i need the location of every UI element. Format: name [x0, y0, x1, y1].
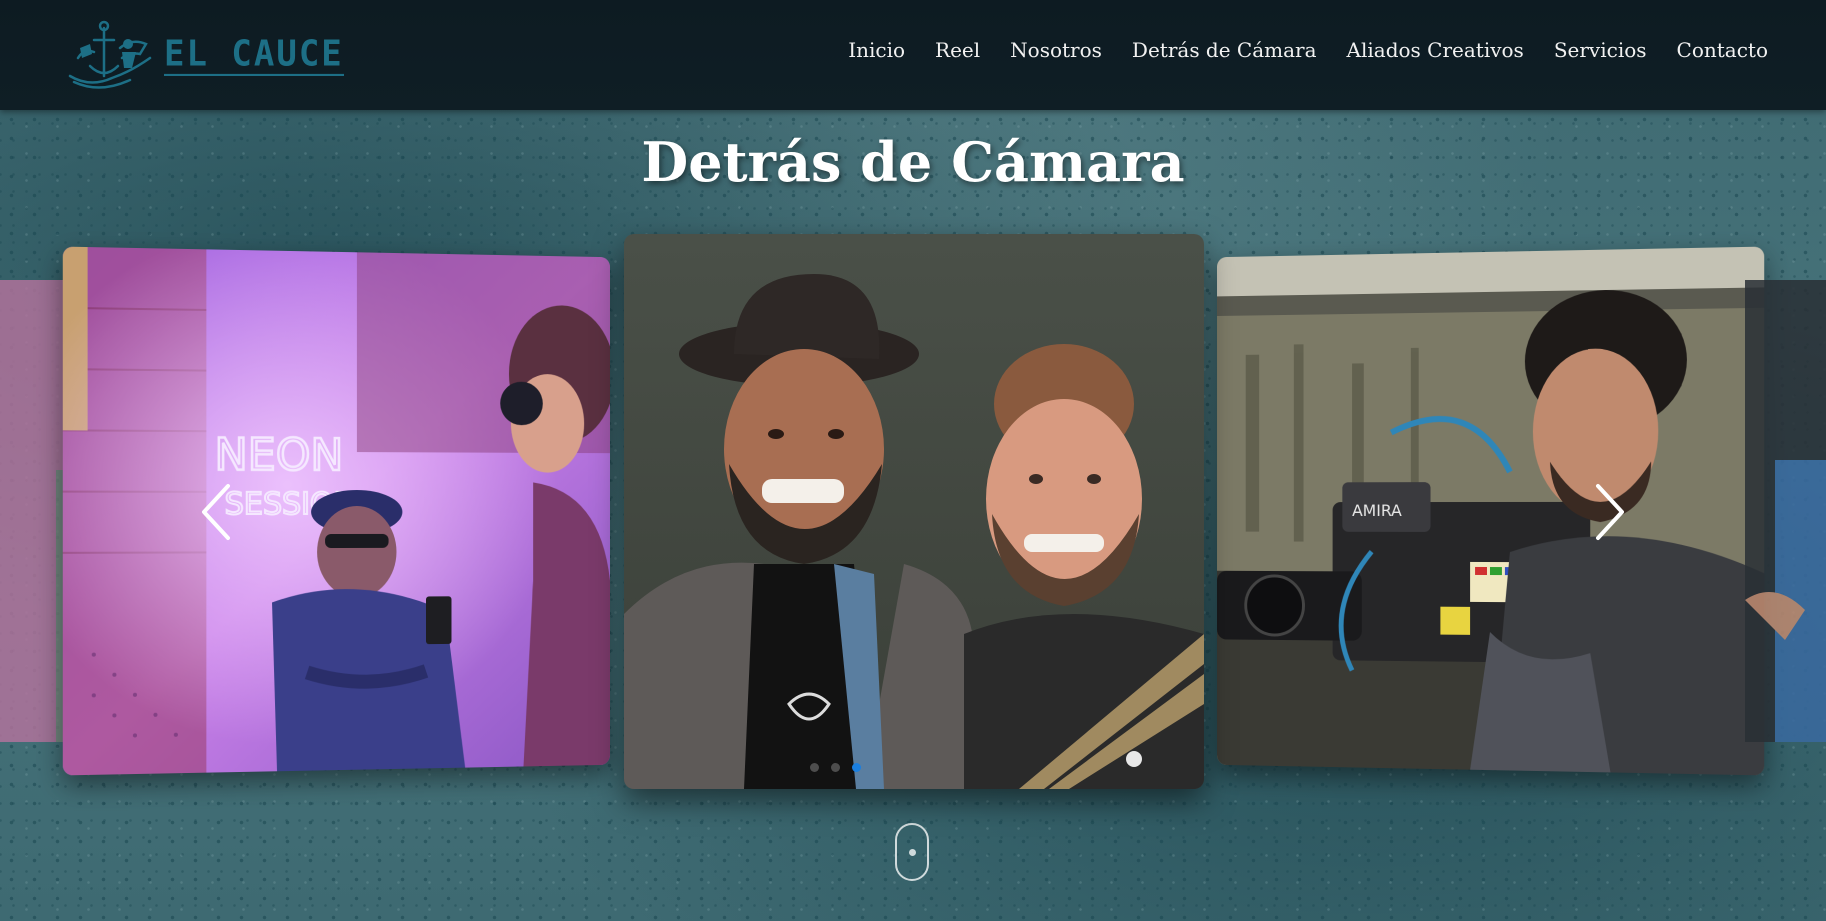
carousel-prev-button[interactable]	[198, 482, 238, 542]
carousel-next-button[interactable]	[1588, 482, 1628, 542]
slide-photo	[0, 280, 70, 742]
cameraman-photo: AMIRA	[1217, 246, 1765, 776]
section-title: Detrás de Cámara	[641, 130, 1185, 194]
carousel-slide-far-left[interactable]	[0, 280, 70, 742]
slide-photo	[1745, 280, 1826, 742]
mouse-scroll-icon[interactable]	[895, 823, 929, 881]
carousel-dots	[810, 763, 861, 772]
carousel-slide-far-right[interactable]	[1745, 280, 1826, 742]
carousel-dot-active[interactable]	[852, 763, 861, 772]
scroll-wheel-dot	[909, 849, 916, 856]
anchor-sailor-logo-icon	[68, 20, 152, 89]
carousel-slide-active[interactable]	[624, 234, 1204, 789]
main-nav: Inicio Reel Nosotros Detrás de Cámara Al…	[848, 38, 1768, 62]
neon-sign-text-1: NEON	[214, 430, 343, 481]
two-men-smiling-photo	[624, 234, 1204, 789]
brand-name: EL CAUCE	[164, 32, 344, 76]
nav-item-detras-de-camara[interactable]: Detrás de Cámara	[1132, 38, 1317, 62]
nav-item-aliados-creativos[interactable]: Aliados Creativos	[1347, 38, 1524, 62]
navbar: EL CAUCE Inicio Reel Nosotros Detrás de …	[0, 0, 1826, 110]
camera-label-text: AMIRA	[1352, 501, 1402, 520]
carousel-dot[interactable]	[810, 763, 819, 772]
nav-item-nosotros[interactable]: Nosotros	[1010, 38, 1102, 62]
brand-link[interactable]: EL CAUCE	[60, 18, 344, 92]
carousel-slide-camera[interactable]: AMIRA	[1217, 246, 1765, 776]
chevron-left-icon	[202, 484, 230, 540]
neon-sessions-photo: NEON SESSIONS	[62, 246, 610, 776]
chevron-right-icon	[1596, 484, 1624, 540]
nav-item-servicios[interactable]: Servicios	[1554, 38, 1647, 62]
nav-item-reel[interactable]: Reel	[935, 38, 980, 62]
nav-item-contacto[interactable]: Contacto	[1677, 38, 1768, 62]
nav-item-inicio[interactable]: Inicio	[848, 38, 905, 62]
carousel-slide-neon[interactable]: NEON SESSIONS	[62, 246, 610, 776]
carousel-dot[interactable]	[831, 763, 840, 772]
